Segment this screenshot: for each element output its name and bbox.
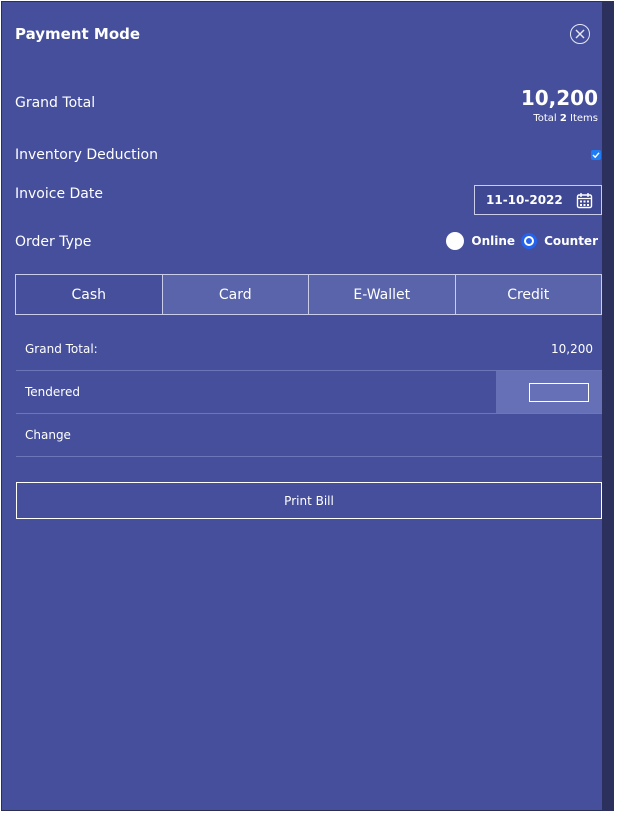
summary-row-grand-total: Grand Total: 10,200: [16, 328, 602, 371]
calendar-icon[interactable]: [576, 192, 593, 213]
summary-grand-total-value: 10,200: [551, 342, 593, 356]
inventory-deduction-label: Inventory Deduction: [15, 147, 158, 163]
tab-card[interactable]: Card: [161, 275, 308, 314]
inventory-deduction-checkbox[interactable]: [591, 150, 601, 160]
items-count: Total 2 Items: [533, 113, 598, 124]
grand-total-label: Grand Total: [15, 95, 96, 111]
radio-counter[interactable]: [521, 233, 538, 249]
order-type-radio-group: Online Counter: [446, 232, 598, 250]
check-icon: [592, 152, 600, 159]
tendered-cell: [496, 371, 602, 413]
panel-title: Payment Mode: [15, 25, 141, 43]
radio-counter-label[interactable]: Counter: [544, 234, 598, 248]
items-prefix: Total: [533, 113, 557, 124]
summary-row-tendered: Tendered: [16, 371, 602, 414]
invoice-date-field[interactable]: 11-10-2022: [474, 185, 602, 215]
payment-mode-panel: Payment Mode Grand Total 10,200 Total 2 …: [1, 1, 614, 811]
order-type-label: Order Type: [15, 234, 92, 250]
tab-credit[interactable]: Credit: [454, 275, 601, 314]
tendered-label: Tendered: [25, 385, 80, 399]
close-icon[interactable]: [570, 24, 590, 44]
invoice-date-label: Invoice Date: [15, 186, 103, 202]
close-x-glyph: [575, 29, 585, 39]
summary-grand-total-label: Grand Total:: [25, 342, 98, 356]
tab-cash[interactable]: Cash: [16, 275, 162, 314]
items-suffix: Items: [570, 113, 598, 124]
grand-total-value: 10,200: [520, 86, 598, 110]
tab-e-wallet[interactable]: E-Wallet: [308, 275, 455, 314]
print-bill-button[interactable]: Print Bill: [16, 482, 602, 519]
radio-online[interactable]: [446, 232, 465, 250]
items-count-number: 2: [559, 113, 567, 124]
invoice-date-value: 11-10-2022: [486, 193, 563, 207]
panel-shadow-edge: [602, 1, 614, 811]
payment-summary-table: Grand Total: 10,200 Tendered Change: [16, 328, 602, 457]
payment-method-tabs: Cash Card E-Wallet Credit: [15, 274, 602, 315]
radio-online-label[interactable]: Online: [471, 234, 515, 248]
summary-row-change: Change: [16, 414, 602, 457]
change-label: Change: [25, 428, 71, 442]
tendered-input[interactable]: [529, 383, 589, 402]
